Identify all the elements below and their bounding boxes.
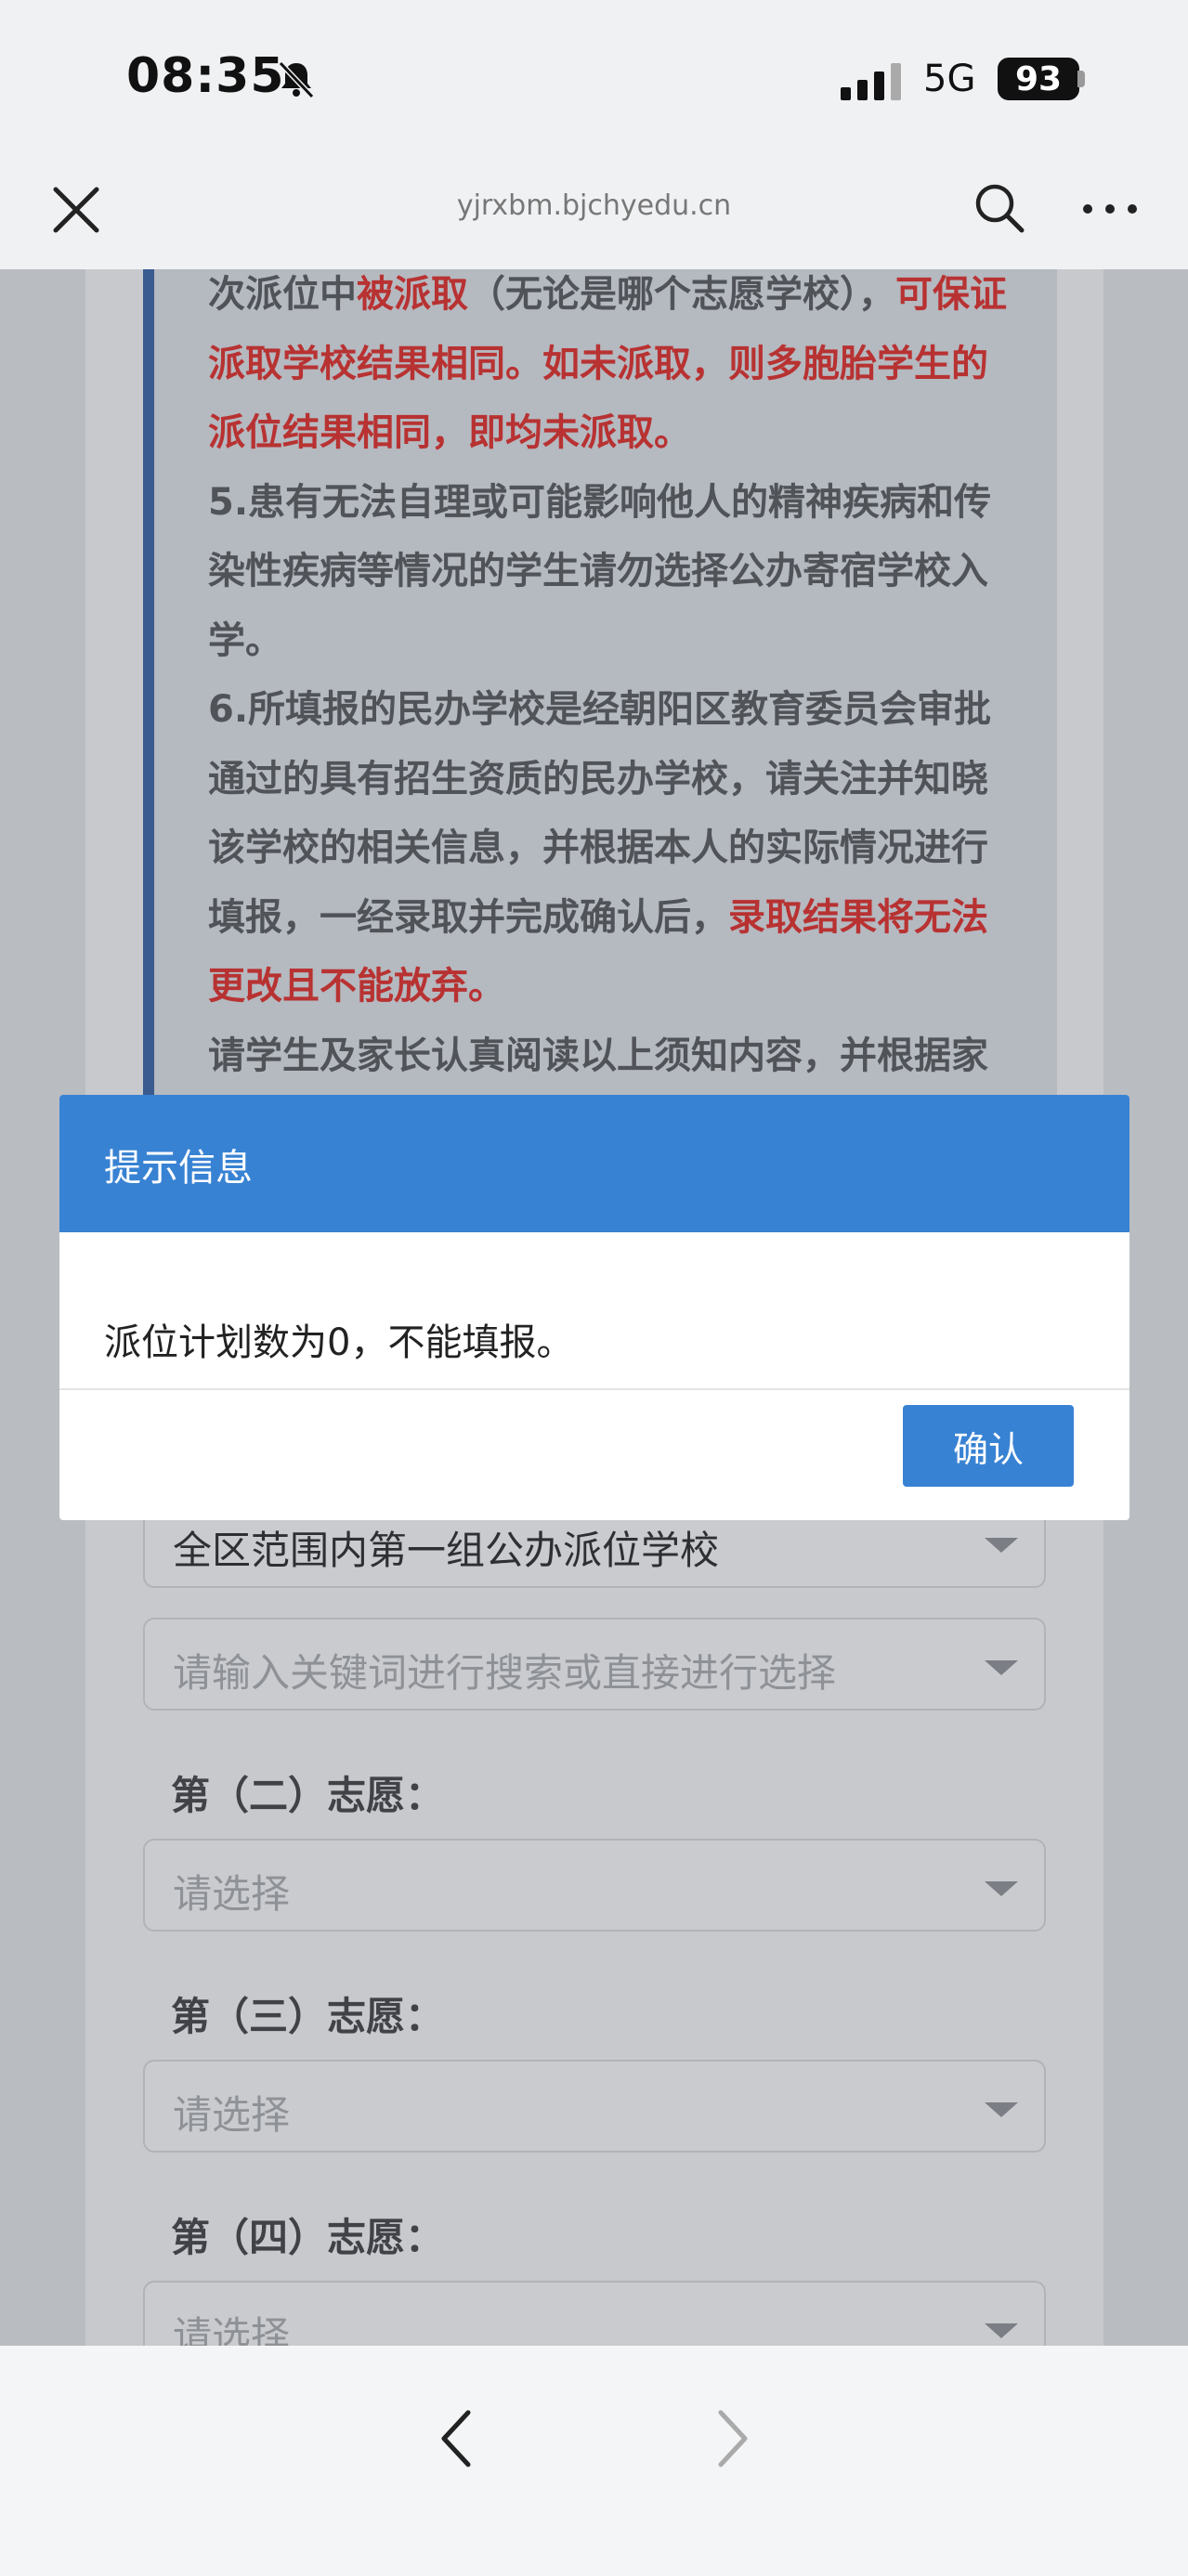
chevron-down-icon bbox=[985, 2102, 1018, 2117]
choice4-placeholder: 请选择 bbox=[173, 2313, 291, 2346]
network-type: 5G bbox=[923, 58, 976, 100]
choice2-label: 第（二）志愿： bbox=[171, 1773, 445, 1818]
back-arrow-icon[interactable] bbox=[433, 2407, 479, 2470]
battery-level: 93 bbox=[1014, 59, 1063, 98]
notice-segment: 次派位中 bbox=[208, 273, 357, 316]
notice-segment: 5.患有无法自理或可能影响他人的精神疾病和传染性疾病等情况的学生请勿选择公办寄宿… bbox=[208, 480, 992, 662]
choice2-placeholder: 请选择 bbox=[173, 1871, 291, 1917]
browser-header: 08:35 5G 93 yjrxbm.bjchyedu.cn bbox=[0, 0, 1188, 269]
choice4-select[interactable]: 请选择 bbox=[143, 2281, 1046, 2346]
chevron-down-icon bbox=[985, 1881, 1018, 1896]
group-select-value: 全区范围内第一组公办派位学校 bbox=[173, 1528, 720, 1573]
alert-dialog: 提示信息 派位计划数为0，不能填报。 确认 bbox=[59, 1095, 1129, 1520]
browser-toolbar bbox=[0, 2346, 1188, 2576]
forward-arrow-icon[interactable] bbox=[710, 2407, 756, 2470]
notice-segment: 被派取 bbox=[357, 273, 468, 316]
choice4-label: 第（四）志愿： bbox=[171, 2215, 445, 2260]
choice3-label: 第（三）志愿： bbox=[171, 1994, 445, 2039]
choice2-select[interactable]: 请选择 bbox=[143, 1839, 1046, 1932]
more-icon[interactable] bbox=[1081, 195, 1139, 223]
signal-icon bbox=[841, 63, 901, 100]
dialog-message: 派位计划数为0，不能填报。 bbox=[104, 1321, 574, 1364]
chevron-down-icon bbox=[985, 2323, 1018, 2338]
status-time: 08:35 bbox=[126, 48, 285, 104]
chevron-down-icon bbox=[985, 1538, 1018, 1553]
choice3-placeholder: 请选择 bbox=[173, 2092, 291, 2138]
choice3-select[interactable]: 请选择 bbox=[143, 2060, 1046, 2153]
battery-cap bbox=[1077, 71, 1085, 87]
school-search-select[interactable]: 请输入关键词进行搜索或直接进行选择 bbox=[143, 1618, 1046, 1711]
search-icon[interactable] bbox=[972, 180, 1027, 236]
notice-segment: （无论是哪个志愿学校）， bbox=[468, 273, 895, 316]
dialog-title: 提示信息 bbox=[104, 1147, 253, 1190]
confirm-button[interactable]: 确认 bbox=[903, 1405, 1074, 1487]
chevron-down-icon bbox=[985, 1660, 1018, 1675]
notice-box: 次派位中被派取（无论是哪个志愿学校），可保证派取学校结果相同。如未派取，则多胞胎… bbox=[143, 269, 1057, 1146]
school-search-placeholder: 请输入关键词进行搜索或直接进行选择 bbox=[173, 1650, 837, 1696]
battery-icon: 93 bbox=[998, 58, 1079, 100]
notice-text: 次派位中被派取（无论是哪个志愿学校），可保证派取学校结果相同。如未派取，则多胞胎… bbox=[208, 269, 1018, 1160]
dialog-divider bbox=[59, 1388, 1129, 1390]
dialog-header: 提示信息 bbox=[59, 1095, 1129, 1232]
bell-slash-icon bbox=[278, 60, 315, 99]
